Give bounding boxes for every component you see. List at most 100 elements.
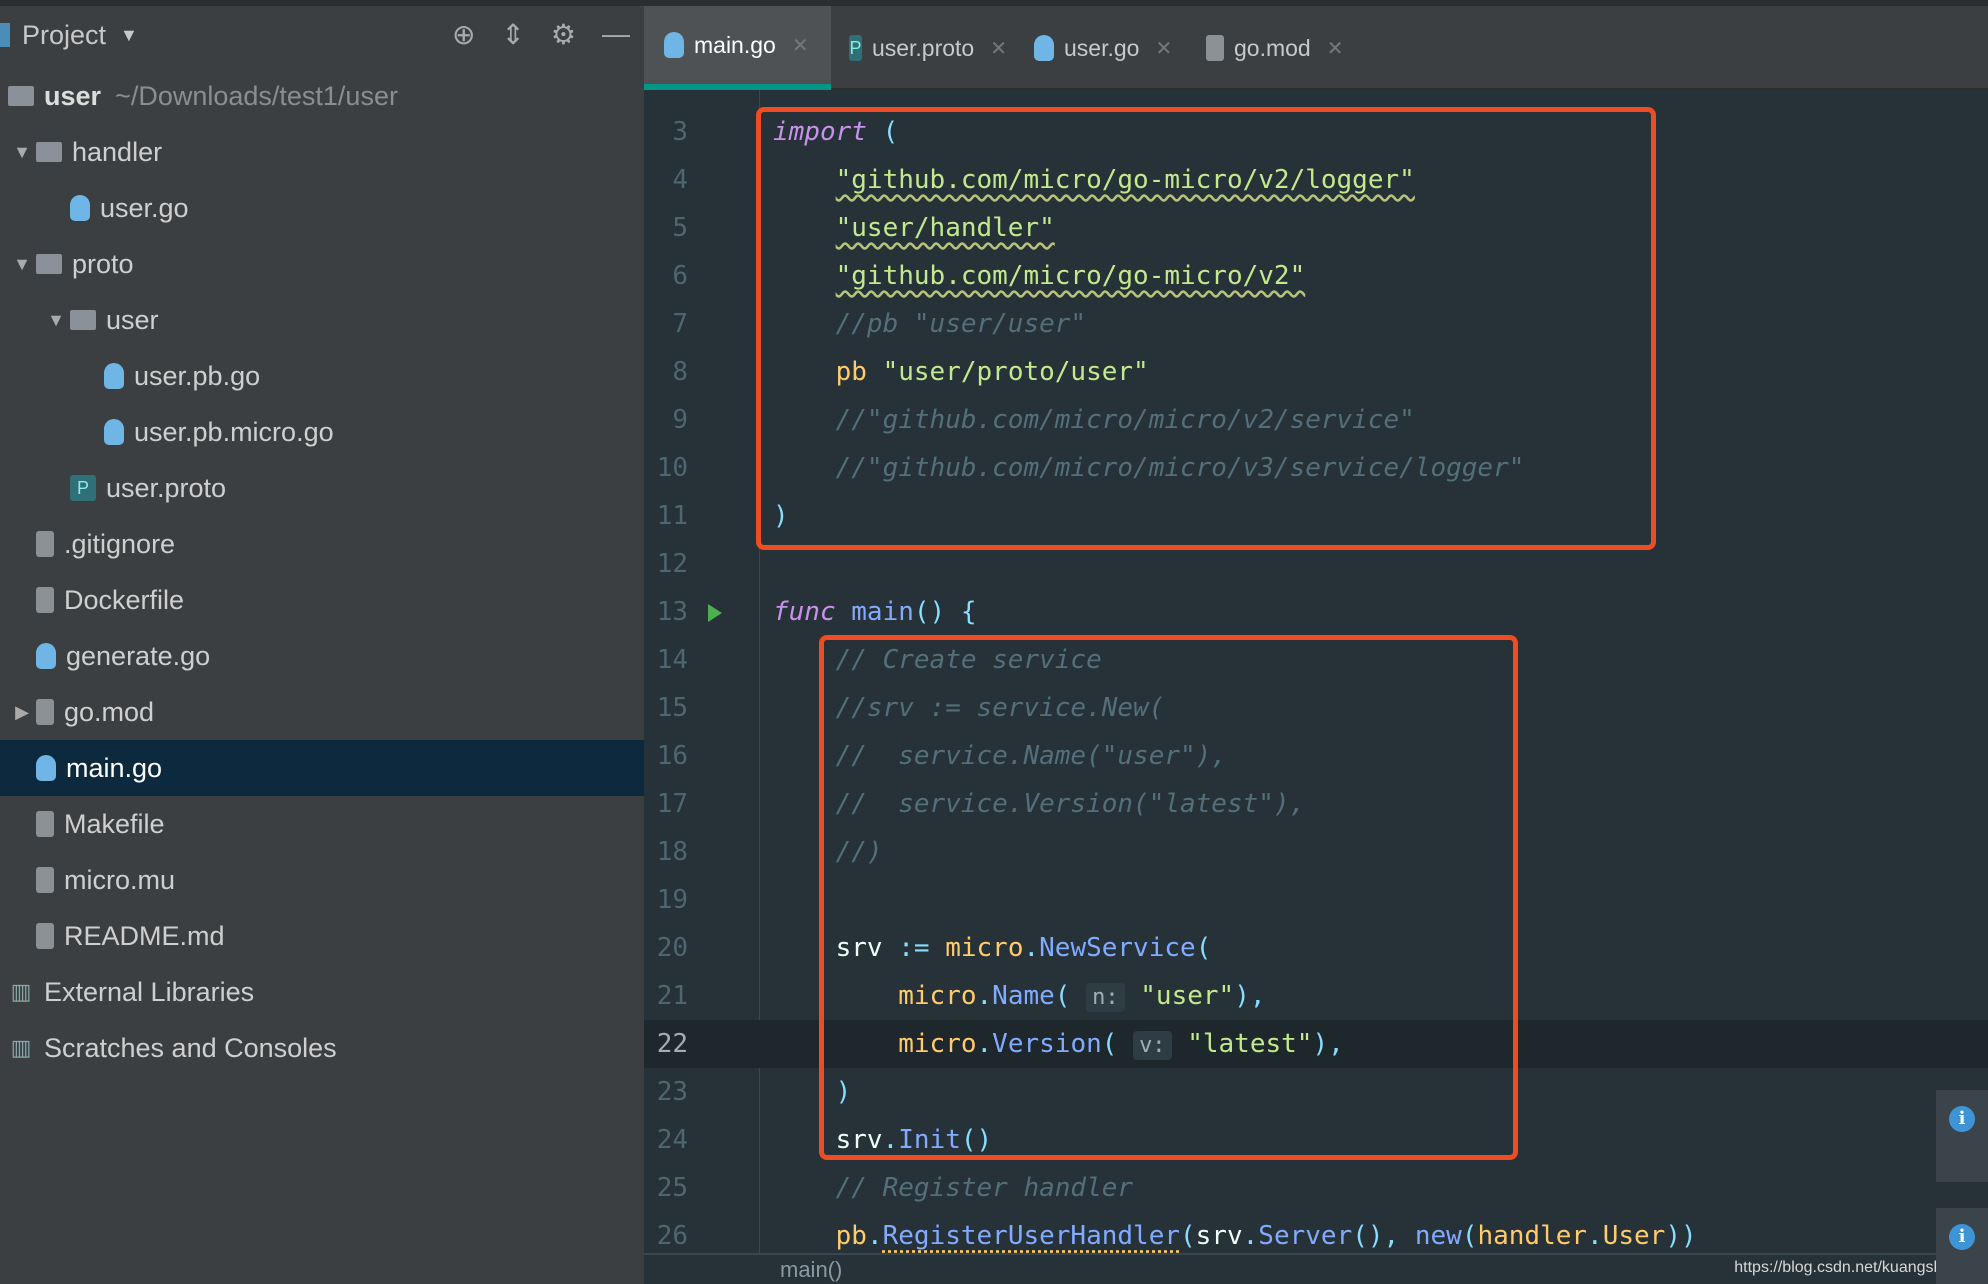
tree-item-label: Makefile bbox=[64, 808, 165, 839]
tab-user-proto[interactable]: Puser.proto ✕ bbox=[829, 6, 1007, 90]
tree-item[interactable]: Dockerfile bbox=[0, 572, 644, 628]
tree-root[interactable]: user ~/Downloads/test1/user bbox=[0, 68, 644, 124]
folder-icon bbox=[70, 310, 96, 330]
line-number: 11 bbox=[656, 501, 688, 531]
breadcrumb-bar: main() https://blog.csdn.net/kuangshp128 bbox=[644, 1253, 1988, 1284]
folder-icon bbox=[8, 86, 34, 106]
code-line[interactable]: 13 func main() { bbox=[644, 588, 1988, 636]
project-icon bbox=[0, 23, 10, 47]
file-icon bbox=[1206, 35, 1224, 61]
line-number: 17 bbox=[656, 789, 688, 819]
expanded-arrow-icon[interactable]: ▼ bbox=[8, 142, 36, 163]
collapsed-arrow-icon[interactable]: ▶ bbox=[8, 702, 36, 723]
gear-icon[interactable]: ⚙ bbox=[551, 18, 576, 51]
tree-item[interactable]: ▶ go.mod bbox=[0, 684, 644, 740]
info-icon[interactable]: i bbox=[1949, 1224, 1975, 1250]
tree-item[interactable]: ▼ handler bbox=[0, 124, 644, 180]
code-line[interactable]: 26 pb.RegisterUserHandler(srv.Server(), … bbox=[644, 1212, 1988, 1253]
tree-item-label: README.md bbox=[64, 920, 225, 951]
tree-item[interactable]: ▥ Scratches and Consoles bbox=[0, 1020, 644, 1076]
tab-go-mod[interactable]: go.mod ✕ bbox=[1186, 6, 1364, 90]
locate-icon[interactable]: ⊕ bbox=[452, 18, 475, 51]
tree-item[interactable]: Puser.proto bbox=[0, 460, 644, 516]
tree-item[interactable]: user.pb.go bbox=[0, 348, 644, 404]
close-icon[interactable]: ✕ bbox=[1155, 36, 1172, 61]
close-icon[interactable]: ✕ bbox=[792, 33, 809, 58]
expanded-arrow-icon[interactable]: ▼ bbox=[42, 310, 70, 331]
line-number: 8 bbox=[672, 357, 688, 387]
tree-item[interactable]: .gitignore bbox=[0, 516, 644, 572]
code-token: (), bbox=[1352, 1221, 1415, 1251]
code-token: . bbox=[1587, 1221, 1603, 1251]
tab-main-go[interactable]: main.go ✕ bbox=[644, 6, 831, 90]
tree-item[interactable]: user.pb.micro.go bbox=[0, 404, 644, 460]
breadcrumb-func[interactable]: main() bbox=[780, 1257, 842, 1283]
tree-item-label: proto bbox=[72, 248, 134, 279]
tree-item[interactable]: ▥ External Libraries bbox=[0, 964, 644, 1020]
tree-item-label: main.go bbox=[66, 752, 163, 783]
close-icon[interactable]: ✕ bbox=[1327, 36, 1344, 61]
tree-item-label: user.go bbox=[100, 192, 189, 223]
tab-user-go[interactable]: user.go ✕ bbox=[1014, 6, 1192, 90]
line-number: 10 bbox=[656, 453, 688, 483]
proto-icon: P bbox=[70, 475, 96, 501]
notification-panel-2[interactable]: i bbox=[1936, 1208, 1988, 1284]
code-text: // Register handler bbox=[773, 1164, 1133, 1212]
gopher-icon bbox=[104, 419, 124, 445]
code-text: pb.RegisterUserHandler(srv.Server(), new… bbox=[773, 1212, 1697, 1253]
tree-item[interactable]: Makefile bbox=[0, 796, 644, 852]
code-token: ( bbox=[1461, 1221, 1478, 1251]
gopher-icon bbox=[36, 643, 56, 669]
code-token: func bbox=[773, 597, 836, 627]
file-icon bbox=[36, 587, 54, 613]
notification-panel[interactable]: i bbox=[1936, 1090, 1988, 1182]
tree-item[interactable]: generate.go bbox=[0, 628, 644, 684]
hide-icon[interactable]: — bbox=[602, 18, 630, 51]
code-token: Server bbox=[1258, 1221, 1353, 1251]
code-token: handler bbox=[1477, 1221, 1588, 1251]
tree-item[interactable]: main.go bbox=[0, 740, 644, 796]
line-number: 26 bbox=[656, 1221, 688, 1251]
tree-item[interactable]: user.go bbox=[0, 180, 644, 236]
line-number: 22 bbox=[656, 1029, 688, 1059]
tab-label: user.go bbox=[1064, 34, 1140, 61]
expanded-arrow-icon[interactable]: ▼ bbox=[8, 254, 36, 275]
line-number: 3 bbox=[672, 117, 688, 147]
root-name: user bbox=[44, 80, 102, 111]
tree-item-label: user.pb.micro.go bbox=[134, 416, 334, 447]
tree-item-label: user.proto bbox=[106, 472, 227, 503]
code-token: srv bbox=[1195, 1221, 1243, 1251]
code-token: new bbox=[1414, 1221, 1462, 1251]
proto-icon: P bbox=[849, 35, 862, 61]
tree-item-label: generate.go bbox=[66, 640, 211, 671]
line-number: 6 bbox=[672, 261, 688, 291]
line-number: 24 bbox=[656, 1125, 688, 1155]
chevron-down-icon[interactable]: ▼ bbox=[120, 25, 138, 46]
code-token: )) bbox=[1665, 1221, 1697, 1251]
tree-item-label: handler bbox=[72, 136, 163, 167]
close-icon[interactable]: ✕ bbox=[990, 36, 1007, 61]
code-line[interactable]: 25 // Register handler bbox=[644, 1164, 1988, 1212]
code-token: pb bbox=[835, 1221, 867, 1251]
tree-item[interactable]: ▼ user bbox=[0, 292, 644, 348]
tree-item-label: user.pb.go bbox=[134, 360, 261, 391]
run-icon[interactable] bbox=[708, 604, 722, 622]
file-icon bbox=[36, 811, 54, 837]
sidebar-header: Project ▼ ⊕ ⇕ ⚙ — bbox=[0, 6, 644, 64]
project-view-dropdown[interactable]: Project bbox=[22, 20, 106, 51]
file-icon bbox=[36, 867, 54, 893]
lib-icon: ▥ bbox=[10, 979, 32, 1004]
code-token: User bbox=[1602, 1221, 1666, 1251]
line-number: 15 bbox=[656, 693, 688, 723]
line-number: 14 bbox=[656, 645, 688, 675]
tree-item[interactable]: README.md bbox=[0, 908, 644, 964]
collapse-all-icon[interactable]: ⇕ bbox=[501, 18, 524, 51]
tree-item[interactable]: ▼ proto bbox=[0, 236, 644, 292]
line-number: 25 bbox=[656, 1173, 688, 1203]
tree-item[interactable]: micro.mu bbox=[0, 852, 644, 908]
code-token: . bbox=[1242, 1221, 1259, 1251]
info-icon[interactable]: i bbox=[1949, 1106, 1975, 1132]
file-icon bbox=[36, 923, 54, 949]
highlight-box-service bbox=[819, 635, 1518, 1160]
tree-item-label: user bbox=[106, 304, 159, 335]
